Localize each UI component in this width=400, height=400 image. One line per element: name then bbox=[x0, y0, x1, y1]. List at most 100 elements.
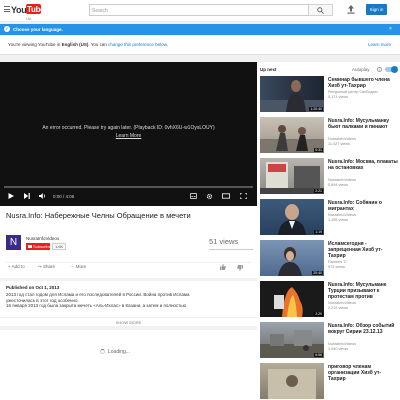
video-duration: 2:21 bbox=[314, 189, 323, 193]
share-button[interactable]: ↪ Share bbox=[38, 264, 55, 270]
youtube-subscribe-icon bbox=[28, 245, 32, 248]
video-duration: 20:40 bbox=[312, 271, 323, 275]
related-video[interactable]: 0:31 Nusra.Info: Мусульманку бьют палкам… bbox=[260, 117, 400, 153]
related-title[interactable]: Nusra.Info: Москва, плакаты на остановка… bbox=[328, 159, 398, 171]
video-duration: 6:56 bbox=[314, 353, 323, 357]
related-title[interactable]: Nusra.Info: Мусульманку бьют палками и п… bbox=[328, 118, 398, 130]
volume-icon[interactable] bbox=[39, 193, 46, 199]
settings-icon[interactable] bbox=[206, 193, 213, 200]
language-message: You're viewing YouTube in English (US). … bbox=[8, 42, 168, 47]
logo-tube-box: Tube bbox=[26, 4, 45, 14]
video-thumbnail[interactable]: 6:56 bbox=[260, 322, 324, 358]
player-error-message: An error occurred. Please try again late… bbox=[42, 125, 215, 131]
subscribe-button[interactable]: Subscribe bbox=[26, 243, 51, 250]
video-thumbnail[interactable]: 2:21 bbox=[260, 158, 324, 194]
related-video[interactable]: 1:19 Nusra.Info: Собянин о мигрантах Nus… bbox=[260, 199, 400, 235]
related-channel: Ресурсный центр Свободны bbox=[328, 90, 378, 94]
video-thumbnail[interactable] bbox=[260, 363, 324, 399]
comments-loading: Loading... bbox=[0, 330, 257, 400]
thumbs-down-icon[interactable] bbox=[237, 265, 243, 271]
player-controls: 0:00 / 4:06 bbox=[0, 186, 257, 206]
related-channel: NusraInfoVideos bbox=[328, 213, 357, 217]
related-title[interactable]: Nusra.Info: Собянин о мигрантах bbox=[328, 200, 398, 212]
related-channel: Ramees TI bbox=[328, 260, 347, 264]
autoplay-toggle[interactable] bbox=[385, 66, 398, 73]
more-button[interactable]: ··· More bbox=[70, 264, 86, 269]
video-title: Nusra.Info: Набережные Челны Обращение в… bbox=[6, 211, 191, 220]
related-title[interactable]: приговор членам организации Хизб ут-Тахр… bbox=[328, 364, 398, 382]
next-icon[interactable] bbox=[24, 193, 30, 199]
sign-in-button[interactable]: Sign in bbox=[366, 4, 387, 15]
info-icon[interactable]: i bbox=[377, 67, 382, 72]
related-video[interactable]: 1:20:40 Семинар бывшего члена Хизб ут-Та… bbox=[260, 76, 400, 112]
video-thumbnail[interactable]: 1:20:40 bbox=[260, 76, 324, 112]
video-duration: 1:20:40 bbox=[309, 107, 323, 111]
channel-avatar[interactable]: N bbox=[6, 235, 21, 250]
up-next-label: Up next bbox=[260, 67, 277, 72]
thumbs-up-icon[interactable] bbox=[220, 264, 226, 270]
description-line: 16 января 2013 год была закрыта мечеть «… bbox=[6, 303, 186, 308]
channel-name[interactable]: NusraInfoVideos bbox=[26, 236, 59, 241]
video-duration: 2:29 bbox=[314, 312, 323, 316]
related-video[interactable]: 2:21 Nusra.Info: Москва, плакаты на оста… bbox=[260, 158, 400, 194]
upload-icon[interactable] bbox=[347, 5, 355, 14]
related-views: 2,219 views bbox=[328, 306, 349, 310]
video-thumbnail[interactable]: 1:19 bbox=[260, 199, 324, 235]
description-text: 2013 год стал годом для Ислама и его пос… bbox=[6, 292, 251, 309]
video-thumbnail[interactable]: 2:29 bbox=[260, 281, 324, 317]
related-views: 1,155 views bbox=[328, 218, 349, 222]
language-bar-heading: Choose your language. bbox=[13, 27, 63, 32]
youtube-logo[interactable]: You Tube bbox=[11, 4, 45, 16]
progress-bar[interactable] bbox=[4, 186, 253, 188]
current-language: English (US) bbox=[61, 42, 89, 47]
logo-tube-text: Tube bbox=[27, 5, 45, 14]
learn-more-link[interactable]: Learn more bbox=[368, 42, 391, 47]
time-display: 0:00 / 4:06 bbox=[53, 194, 75, 199]
loading-text: Loading... bbox=[108, 349, 130, 355]
related-title[interactable]: Nusra.Info: Мусульмане Турции призывают … bbox=[328, 282, 398, 300]
menu-icon[interactable] bbox=[4, 6, 10, 12]
related-video[interactable]: 20:40 Исламсегодня - запрещенная Хизб ут… bbox=[260, 240, 400, 276]
show-more-button[interactable]: SHOW MORE bbox=[0, 317, 257, 325]
related-channel: NusraInfoVideos bbox=[328, 137, 357, 141]
related-views: 5,171 views bbox=[328, 95, 349, 99]
video-thumbnail[interactable]: 20:40 bbox=[260, 240, 324, 276]
loading-spinner-icon bbox=[100, 349, 105, 354]
subscriber-count: 1.6K bbox=[52, 243, 67, 250]
video-description: Published on Oct 1, 2013 2013 год стал г… bbox=[0, 281, 257, 326]
add-to-button[interactable]: + Add to bbox=[8, 264, 25, 269]
related-sidebar: Up next Autoplay i 1:20:40 Семинар бывше… bbox=[257, 62, 400, 400]
related-title[interactable]: Исламсегодня - запрещенная Хизб ут-Тахри… bbox=[328, 241, 398, 259]
video-thumbnail[interactable]: 0:31 bbox=[260, 117, 324, 153]
search-button[interactable] bbox=[309, 4, 333, 16]
logo-you-text: You bbox=[11, 5, 27, 15]
related-channel: NusraInfoVideos bbox=[328, 301, 357, 305]
close-icon[interactable]: × bbox=[389, 26, 392, 32]
subscribe-label: Subscribe bbox=[33, 244, 51, 249]
publish-date: Published on Oct 1, 2013 bbox=[6, 285, 60, 290]
language-bar-header: ✓ Choose your language. × bbox=[0, 24, 400, 35]
fullscreen-icon[interactable] bbox=[240, 193, 247, 199]
related-views: 975 views bbox=[328, 265, 345, 269]
related-video[interactable]: 2:29 Nusra.Info: Мусульмане Турции призы… bbox=[260, 281, 400, 317]
play-icon[interactable] bbox=[8, 193, 14, 199]
video-info: Nusra.Info: Набережные Челны Обращение в… bbox=[0, 206, 257, 278]
change-language-link[interactable]: change this preference below bbox=[108, 42, 167, 47]
player-learn-more-link[interactable]: Learn More bbox=[0, 133, 257, 139]
related-views: 5,694 views bbox=[328, 183, 349, 187]
masthead: You Tube UA Search Sign in bbox=[0, 0, 400, 22]
captions-icon[interactable] bbox=[190, 193, 197, 199]
theater-mode-icon[interactable] bbox=[222, 193, 230, 199]
related-video[interactable]: 6:56 Nusra.Info: Обзор событий вокруг Си… bbox=[260, 322, 400, 358]
video-player[interactable]: An error occurred. Please try again late… bbox=[0, 62, 257, 206]
view-count: 51 views bbox=[209, 237, 239, 246]
related-channel: NusraInfoVideos bbox=[328, 178, 357, 182]
related-video[interactable]: приговор членам организации Хизб ут-Тахр… bbox=[260, 363, 400, 399]
search-input[interactable]: Search bbox=[89, 4, 309, 16]
related-views: 1,040 views bbox=[328, 347, 349, 351]
related-title[interactable]: Nusra.Info: Обзор событий вокруг Сирии 2… bbox=[328, 323, 398, 335]
autoplay-label: Autoplay bbox=[352, 67, 370, 72]
related-title[interactable]: Семинар бывшего члена Хизб ут-Тахрир bbox=[328, 77, 398, 89]
video-duration: 1:19 bbox=[314, 230, 323, 234]
language-bar-message: You're viewing YouTube in English (US). … bbox=[0, 35, 400, 55]
